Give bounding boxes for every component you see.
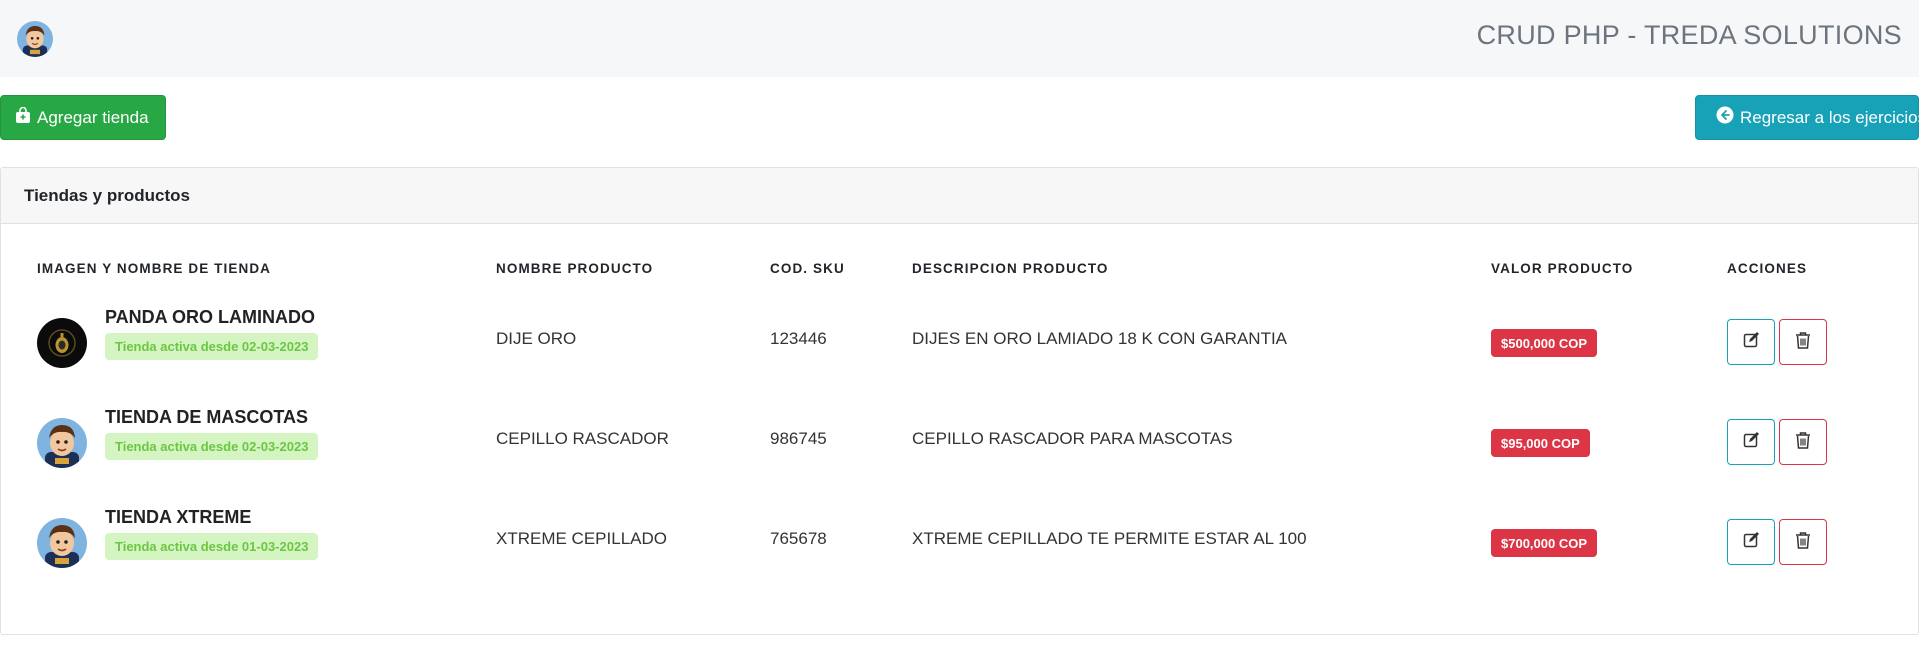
- edit-button[interactable]: [1727, 319, 1775, 365]
- back-to-exercises-button[interactable]: Regresar a los ejercicios: [1695, 95, 1919, 140]
- store-name: PANDA ORO LAMINADO: [105, 307, 315, 327]
- table-row: PANDA ORO LAMINADO Tienda activa desde 0…: [0, 293, 1919, 393]
- store-status-badge: Tienda activa desde 01-03-2023: [105, 533, 319, 560]
- edit-button[interactable]: [1727, 519, 1775, 565]
- trash-icon: [1795, 431, 1811, 454]
- top-navbar: CRUD PHP - TREDA SOLUTIONS: [0, 0, 1919, 77]
- cartoon-avatar-icon[interactable]: [17, 21, 53, 57]
- table-row: TIENDA DE MASCOTAS Tienda activa desde 0…: [0, 393, 1919, 493]
- product-sku: 765678: [770, 529, 827, 548]
- price-badge: $500,000 COP: [1491, 329, 1598, 357]
- product-name: CEPILLO RASCADOR: [496, 429, 669, 448]
- card-title: Tiendas y productos: [1, 168, 1918, 224]
- gold-pendant-icon: [37, 318, 87, 368]
- price-badge: $700,000 COP: [1491, 529, 1598, 557]
- back-to-exercises-label: Regresar a los ejercicios: [1740, 107, 1919, 127]
- edit-icon: [1743, 331, 1760, 353]
- product-description: XTREME CEPILLADO TE PERMITE ESTAR AL 100: [912, 529, 1307, 548]
- edit-button[interactable]: [1727, 419, 1775, 465]
- cartoon-avatar-icon: [37, 418, 87, 468]
- trash-icon: [1795, 531, 1811, 554]
- store-name: TIENDA DE MASCOTAS: [105, 407, 309, 427]
- add-store-label: Agregar tienda: [37, 107, 149, 127]
- store-status-badge: Tienda activa desde 02-03-2023: [105, 433, 319, 460]
- store-status-badge: Tienda activa desde 02-03-2023: [105, 333, 319, 360]
- column-header-actions: ACCIONES: [1727, 261, 1808, 276]
- delete-button[interactable]: [1779, 419, 1827, 465]
- column-header-price: VALOR PRODUCTO: [1491, 261, 1634, 276]
- column-header-store: IMAGEN Y NOMBRE DE TIENDA: [37, 261, 272, 276]
- arrow-circle-left-icon: [1716, 106, 1734, 129]
- product-name: XTREME CEPILLADO: [496, 529, 667, 548]
- product-sku: 123446: [770, 329, 827, 348]
- delete-button[interactable]: [1779, 519, 1827, 565]
- product-description: CEPILLO RASCADOR PARA MASCOTAS: [912, 429, 1233, 448]
- column-header-sku: COD. SKU: [770, 261, 845, 276]
- product-description: DIJES EN ORO LAMIADO 18 K CON GARANTIA: [912, 329, 1288, 348]
- column-header-product: NOMBRE PRODUCTO: [496, 261, 654, 276]
- store-name: TIENDA XTREME: [105, 507, 252, 527]
- add-store-button[interactable]: Agregar tienda: [0, 95, 166, 140]
- product-sku: 986745: [770, 429, 827, 448]
- edit-icon: [1743, 431, 1760, 453]
- shopping-bag-icon: [15, 106, 31, 129]
- column-header-description: DESCRIPCION PRODUCTO: [912, 261, 1109, 276]
- delete-button[interactable]: [1779, 319, 1827, 365]
- edit-icon: [1743, 531, 1760, 553]
- cartoon-avatar-icon: [37, 518, 87, 568]
- app-title: CRUD PHP - TREDA SOLUTIONS: [1476, 20, 1902, 50]
- price-badge: $95,000 COP: [1491, 429, 1590, 457]
- table-row: TIENDA XTREME Tienda activa desde 01-03-…: [0, 493, 1919, 593]
- product-name: DIJE ORO: [496, 329, 577, 348]
- trash-icon: [1795, 331, 1811, 354]
